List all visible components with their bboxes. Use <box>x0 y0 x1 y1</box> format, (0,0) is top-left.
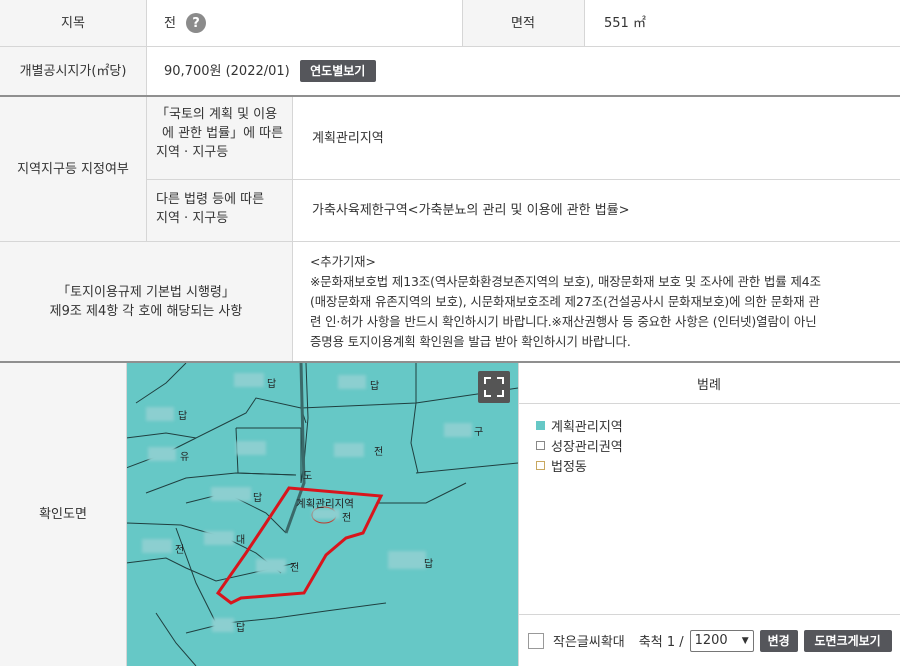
legend-swatch <box>536 460 545 470</box>
enlarge-map-button[interactable]: 도면크게보기 <box>803 629 892 652</box>
map-label: 확인도면 <box>39 507 87 522</box>
change-button[interactable]: 변경 <box>759 629 798 652</box>
yearly-view-button[interactable]: 연도별보기 <box>299 60 376 82</box>
price-label: 개별공시지가(㎡당) <box>19 63 127 79</box>
jimok-value-cell: 전 ? <box>146 0 462 46</box>
map-controls: 작은글씨확대 축척 1 / 1200 ▼ 변경 도면크게보기 <box>518 615 900 666</box>
legend-label: 계획관리지역 <box>551 419 623 435</box>
map-label-jeon: 전 <box>290 563 300 574</box>
zone-sub2-value-cell: 가축사육제한구역<가축분뇨의 관리 및 이용에 관한 법률> <box>292 180 900 241</box>
decree-line: 련 인·허가 사항을 반드시 확인하시기 바랍니다.※재산권행사 등 중요한 사… <box>310 314 817 329</box>
legend-item: 성장관리권역 <box>536 435 623 455</box>
map-label-dap: 답 <box>236 623 246 634</box>
price-value-cell: 90,700원 (2022/01) 연도별보기 <box>146 47 900 95</box>
zone-sub1-label-line: 지역 · 지구등 <box>156 145 229 160</box>
decree-line: (매장문화재 유존지역의 보호), 시문화재보호조례 제27조(건설공사시 문화… <box>310 294 820 309</box>
map-label-dap: 답 <box>424 559 434 570</box>
scale-label: 축척 1 / <box>638 635 684 650</box>
jimok-label-cell: 지목 <box>0 0 146 46</box>
price-label-cell: 개별공시지가(㎡당) <box>0 47 146 95</box>
map-label-dap: 답 <box>178 411 188 422</box>
map-label-jeon: 전 <box>175 545 185 556</box>
map-label-dae: 대 <box>236 535 246 546</box>
decree-value-cell: <추가기재> ※문화재보호법 제13조(역사문화환경보존지역의 보호), 매장문… <box>292 242 900 361</box>
legend-label: 법정동 <box>551 459 587 475</box>
legend-title: 범례 <box>697 377 721 393</box>
zone-label: 지역지구등 지정여부 <box>17 161 129 177</box>
confirmation-map[interactable]: 답 답 답 유 전 답 대 전 전 답 답 구 도 계획관리지역 전 <box>126 363 518 666</box>
legend-swatch <box>536 420 545 430</box>
legend-item: 계획관리지역 <box>536 415 623 435</box>
scale-value: 1200 <box>694 633 728 648</box>
zone-sub1-label-cell: 「국토의 계획 및 이용 에 관한 법률」에 따른 지역 · 지구등 <box>146 97 292 179</box>
small-text-checkbox[interactable] <box>528 632 544 649</box>
legend-list: 계획관리지역 성장관리권역 법정동 <box>536 415 623 475</box>
decree-line: 증명용 토지이용계획 확인원을 발급 받아 확인하시기 바랍니다. <box>310 334 631 349</box>
decree-label-line: 「토지이용규제 기본법 시행령」 <box>57 284 235 300</box>
scale-select[interactable]: 1200 ▼ <box>689 629 754 652</box>
zone-sub2-label-line: 지역 · 지구등 <box>156 211 229 226</box>
small-text-label[interactable]: 작은글씨확대 <box>553 631 625 650</box>
area-value: 551 ㎡ <box>604 15 646 31</box>
zone-sub2-label-line: 다른 법령 등에 따른 <box>156 192 265 207</box>
map-label-jeon: 전 <box>374 447 384 458</box>
legend-swatch <box>536 440 545 450</box>
area-value-cell: 551 ㎡ <box>584 0 900 46</box>
help-icon[interactable]: ? <box>185 13 206 33</box>
decree-label-line: 제9조 제4항 각 호에 해당되는 사항 <box>49 303 243 319</box>
jimok-label: 지목 <box>61 15 85 31</box>
map-label-cell: 확인도면 <box>0 363 126 666</box>
zone-sub1-label-line: 「국토의 계획 및 이용 <box>156 107 278 122</box>
zone-sub2-value: 가축사육제한구역<가축분뇨의 관리 및 이용에 관한 법률> <box>312 203 630 218</box>
zone-sub1-value-cell: 계획관리지역 <box>292 97 900 179</box>
legend-label: 성장관리권역 <box>551 439 623 455</box>
legend-item: 법정동 <box>536 455 623 475</box>
map-label-road: 도 <box>303 471 313 482</box>
fullscreen-button[interactable] <box>478 371 510 403</box>
map-label-dap: 답 <box>370 381 380 392</box>
decree-line: ※문화재보호법 제13조(역사문화환경보존지역의 보호), 매장문화재 보호 및… <box>310 274 821 289</box>
zone-sub1-label-line: 에 관한 법률」에 따른 <box>162 126 284 141</box>
price-value: 90,700원 (2022/01) <box>164 63 290 79</box>
area-label: 면적 <box>511 15 535 31</box>
map-label-dap: 답 <box>267 379 277 390</box>
decree-line: <추가기재> <box>310 254 376 269</box>
legend-panel: 범례 계획관리지역 성장관리권역 법정동 작은글씨확대 축척 1 / 1200 … <box>518 363 900 666</box>
map-label-gu: 구 <box>474 427 484 438</box>
area-label-cell: 면적 <box>462 0 584 46</box>
jimok-value: 전 <box>164 15 176 31</box>
map-label-dap: 답 <box>253 493 263 504</box>
parcel-jeon-label: 전 <box>342 513 352 524</box>
fullscreen-icon <box>484 377 504 397</box>
map-label-yu: 유 <box>180 452 190 463</box>
zone-sub1-value: 계획관리지역 <box>312 130 384 146</box>
decree-label-cell: 「토지이용규제 기본법 시행령」 제9조 제4항 각 호에 해당되는 사항 <box>0 242 292 361</box>
zone-label-cell: 지역지구등 지정여부 <box>0 97 146 241</box>
chevron-down-icon: ▼ <box>741 635 749 646</box>
zone-sub2-label-cell: 다른 법령 등에 따른 지역 · 지구등 <box>146 180 292 241</box>
